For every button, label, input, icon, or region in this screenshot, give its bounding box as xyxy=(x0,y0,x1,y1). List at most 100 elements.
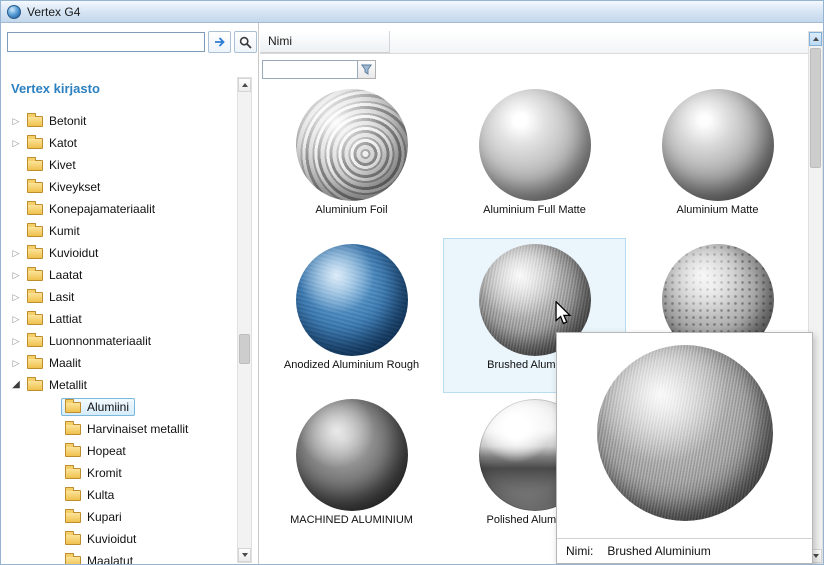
tree-item-betonit[interactable]: ▷Betonit xyxy=(1,110,258,132)
tree-item-label: Maalatut xyxy=(87,554,133,564)
material-cell-machined-aluminium[interactable]: MACHINED ALUMINIUM xyxy=(260,393,443,548)
tree-item-content: Kupari xyxy=(61,508,128,526)
arrow-down-icon xyxy=(813,554,819,558)
folder-icon xyxy=(27,314,43,325)
titlebar[interactable]: Vertex G4 xyxy=(1,1,823,23)
material-name-label: Aluminium Full Matte xyxy=(483,204,586,216)
tree-item-lattiat[interactable]: ▷ Lattiat xyxy=(1,308,258,330)
folder-icon xyxy=(27,116,43,127)
expander-collapsed-icon[interactable]: ▷ xyxy=(9,117,23,126)
tree-item-kupari[interactable]: Kupari xyxy=(1,506,258,528)
tree-item-label: Kuvioidut xyxy=(87,532,136,546)
tree-item-konepajamateriaalit[interactable]: Konepajamateriaalit xyxy=(1,198,258,220)
arrow-right-icon xyxy=(213,36,227,48)
preview-sphere xyxy=(597,345,773,521)
tree-item-label: Maalit xyxy=(49,356,81,370)
folder-icon xyxy=(27,226,43,237)
tree-item-content: Konepajamateriaalit xyxy=(23,200,161,218)
folder-icon xyxy=(27,138,43,149)
tree-item-label: Konepajamateriaalit xyxy=(49,202,155,216)
tree-item-luonnonmateriaalit[interactable]: ▷ Luonnonmateriaalit xyxy=(1,330,258,352)
expander-collapsed-icon[interactable]: ▷ xyxy=(9,139,23,148)
tree-item-content: Katot xyxy=(23,134,83,152)
preview-caption: Nimi: Brushed Aluminium xyxy=(557,538,812,563)
foil-material-sphere xyxy=(296,89,408,201)
tree-scrollbar[interactable] xyxy=(237,77,252,563)
tree-item-katot[interactable]: ▷ Katot xyxy=(1,132,258,154)
tree-item-kulta[interactable]: Kulta xyxy=(1,484,258,506)
tree-item-label: Lasit xyxy=(49,290,74,304)
materials-scroll-thumb[interactable] xyxy=(810,48,821,168)
tree-item-content: Luonnonmateriaalit xyxy=(23,332,157,350)
folder-icon xyxy=(65,402,81,413)
library-tree: ▷Betonit▷KatotKivetKiveyksetKonepajamate… xyxy=(1,110,258,564)
vertex-logo-icon xyxy=(7,5,21,19)
tree-item-content: Lasit xyxy=(23,288,80,306)
tree-scroll-thumb[interactable] xyxy=(239,334,250,364)
library-title: Vertex kirjasto xyxy=(11,81,258,96)
expander-collapsed-icon[interactable]: ▷ xyxy=(9,337,23,346)
tree-item-label: Laatat xyxy=(49,268,82,282)
material-cell-aluminium-full-matte[interactable]: Aluminium Full Matte xyxy=(443,83,626,238)
expander-collapsed-icon[interactable]: ▷ xyxy=(9,359,23,368)
tree-item-label: Lattiat xyxy=(49,312,82,326)
material-name-label: Aluminium Matte xyxy=(677,204,759,216)
material-name-label: Aluminium Foil xyxy=(315,204,387,216)
expander-collapsed-icon[interactable]: ▷ xyxy=(9,315,23,324)
folder-icon xyxy=(65,468,81,479)
filter-row xyxy=(260,54,808,81)
tree-item-alumiini[interactable]: Alumiini xyxy=(1,396,258,418)
tree-item-kivet[interactable]: Kivet xyxy=(1,154,258,176)
tree-item-content: Kulta xyxy=(61,486,120,504)
tree-item-label: Kiveykset xyxy=(49,180,100,194)
go-button[interactable] xyxy=(208,31,231,53)
tree-item-content: Maalit xyxy=(23,354,87,372)
preview-name-label: Nimi: xyxy=(566,544,593,558)
material-name-label: MACHINED ALUMINIUM xyxy=(290,514,413,526)
folder-icon xyxy=(27,270,43,281)
tree-item-maalit[interactable]: ▷ Maalit xyxy=(1,352,258,374)
search-button[interactable] xyxy=(234,31,257,53)
filter-button[interactable] xyxy=(358,60,376,79)
arrow-up-icon xyxy=(242,83,248,87)
tree-item-kuvioidut[interactable]: ▷Kuvioidut xyxy=(1,242,258,264)
expander-collapsed-icon[interactable]: ▷ xyxy=(9,249,23,258)
tree-item-lasit[interactable]: ▷ Lasit xyxy=(1,286,258,308)
tree-item-laatat[interactable]: ▷ Laatat xyxy=(1,264,258,286)
tree-item-label: Kulta xyxy=(87,488,114,502)
tree-item-label: Luonnonmateriaalit xyxy=(49,334,151,348)
expander-collapsed-icon[interactable]: ▷ xyxy=(9,293,23,302)
folder-icon xyxy=(65,534,81,545)
column-header-nimi[interactable]: Nimi xyxy=(260,31,390,53)
tree-item-kumit[interactable]: Kumit xyxy=(1,220,258,242)
tree-item-metallit[interactable]: ◢Metallit xyxy=(1,374,258,396)
machined-material-sphere xyxy=(296,399,408,511)
tree-item-kromit[interactable]: Kromit xyxy=(1,462,258,484)
tree-scroll-down-button[interactable] xyxy=(238,548,251,562)
tree-item-label: Alumiini xyxy=(87,400,129,414)
tree-item-label: Katot xyxy=(49,136,77,150)
tree-item-content: Kivet xyxy=(23,156,82,174)
filter-input[interactable] xyxy=(262,60,358,79)
tree-item-label: Kromit xyxy=(87,466,122,480)
material-cell-aluminium-matte[interactable]: Aluminium Matte xyxy=(626,83,808,238)
tree-item-maalatut[interactable]: Maalatut xyxy=(1,550,258,564)
tree-item-harvinaiset-metallit[interactable]: Harvinaiset metallit xyxy=(1,418,258,440)
material-cell-anodized-aluminium-rough[interactable]: Anodized Aluminium Rough xyxy=(260,238,443,393)
folder-icon xyxy=(27,358,43,369)
search-input[interactable] xyxy=(7,32,205,52)
expander-expanded-icon[interactable]: ◢ xyxy=(9,380,23,390)
folder-icon xyxy=(27,182,43,193)
tree-item-kuvioidut[interactable]: Kuvioidut xyxy=(1,528,258,550)
tree-item-label: Hopeat xyxy=(87,444,126,458)
funnel-icon xyxy=(361,64,372,75)
column-header-label: Nimi xyxy=(268,34,292,48)
tree-item-content: Betonit xyxy=(23,112,92,130)
materials-scroll-up-button[interactable] xyxy=(809,32,822,46)
tree-item-label: Kumit xyxy=(49,224,80,238)
tree-item-hopeat[interactable]: Hopeat xyxy=(1,440,258,462)
material-cell-aluminium-foil[interactable]: Aluminium Foil xyxy=(260,83,443,238)
tree-scroll-up-button[interactable] xyxy=(238,78,251,92)
expander-collapsed-icon[interactable]: ▷ xyxy=(9,271,23,280)
tree-item-kiveykset[interactable]: Kiveykset xyxy=(1,176,258,198)
